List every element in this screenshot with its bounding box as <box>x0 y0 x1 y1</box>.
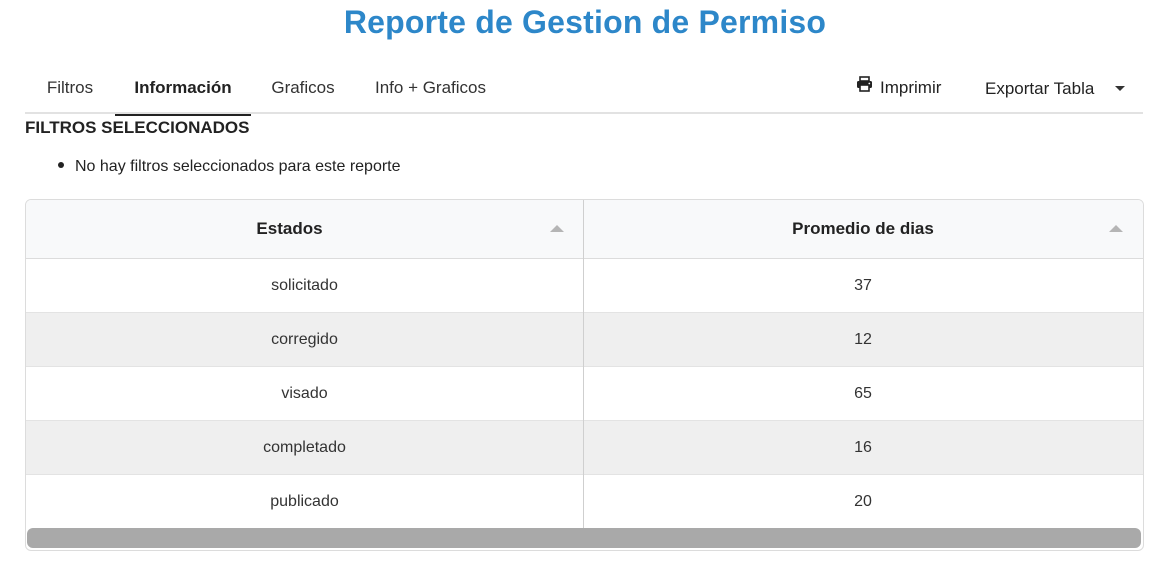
filters-heading: FILTROS SELECCIONADOS <box>25 118 250 137</box>
horizontal-scrollbar[interactable] <box>27 528 1141 548</box>
cell-promedio: 12 <box>854 331 872 348</box>
print-button[interactable]: Imprimir <box>856 64 941 112</box>
column-header-label: Estados <box>256 219 323 238</box>
tab-info-graficos[interactable]: Info + Graficos <box>374 64 487 114</box>
tab-filtros[interactable]: Filtros <box>45 64 95 114</box>
page-title: Reporte de Gestion de Permiso <box>343 4 827 40</box>
cell-estado: publicado <box>270 493 339 510</box>
sort-asc-icon[interactable] <box>550 225 564 232</box>
sort-asc-icon[interactable] <box>1109 225 1123 232</box>
table-row: visado 65 <box>26 367 1143 421</box>
tab-graficos[interactable]: Graficos <box>270 64 336 114</box>
cell-promedio: 20 <box>854 493 872 510</box>
caret-down-icon <box>1115 86 1125 91</box>
cell-estado: completado <box>263 439 346 456</box>
table-row: corregido 12 <box>26 313 1143 367</box>
table-row: solicitado 37 <box>26 259 1143 313</box>
list-item: No hay filtros seleccionados para este r… <box>58 158 401 176</box>
table-header: Estados Promedio de dias <box>26 200 1143 259</box>
table-row: publicado 20 <box>26 475 1143 529</box>
cell-promedio: 65 <box>854 385 872 402</box>
filter-item-text: No hay filtros seleccionados para este r… <box>75 158 401 175</box>
tab-informacion[interactable]: Información <box>115 64 251 116</box>
bullet-icon <box>58 162 64 169</box>
report-navbar: Filtros Información Graficos Info + Graf… <box>25 64 1143 116</box>
table-row: completado 16 <box>26 421 1143 475</box>
column-header-label: Promedio de dias <box>792 219 934 238</box>
print-label: Imprimir <box>880 78 942 97</box>
cell-estado: visado <box>281 385 328 402</box>
cell-estado: corregido <box>271 331 338 348</box>
column-header-promedio-de-dias[interactable]: Promedio de dias <box>584 200 1142 259</box>
export-label: Exportar Tabla <box>985 79 1095 98</box>
cell-promedio: 16 <box>854 439 872 456</box>
data-table: Estados Promedio de dias solicitado 37 c… <box>25 199 1144 551</box>
column-header-estados[interactable]: Estados <box>26 200 553 259</box>
export-table-button[interactable]: Exportar Tabla <box>985 64 1125 114</box>
filters-list: No hay filtros seleccionados para este r… <box>58 158 401 176</box>
printer-icon <box>856 63 873 111</box>
cell-estado: solicitado <box>271 277 338 294</box>
cell-promedio: 37 <box>854 277 872 294</box>
